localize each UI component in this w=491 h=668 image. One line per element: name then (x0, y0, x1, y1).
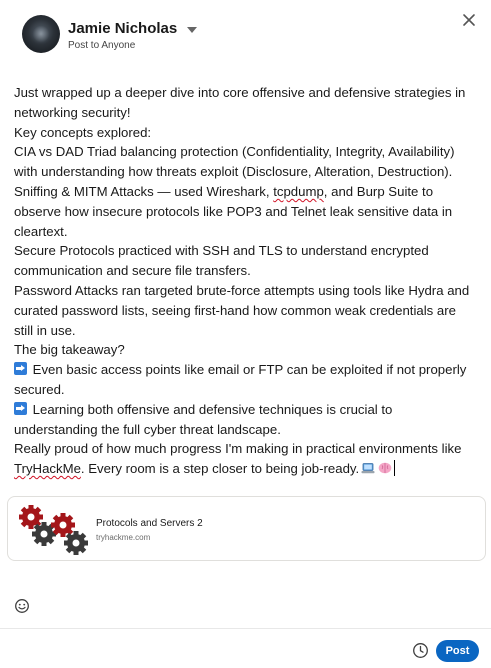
right-arrow-emoji (14, 362, 27, 376)
text-line: Just wrapped up a deeper dive into core … (14, 85, 466, 100)
audience-label[interactable]: Post to Anyone (68, 40, 197, 52)
text-line: Learning both offensive and defensive te… (14, 400, 479, 420)
brain-emoji (378, 462, 392, 474)
text-line: Secure Protocols practiced with SSH and … (14, 243, 429, 259)
text-line: Password Attacks ran targeted brute-forc… (14, 282, 470, 298)
close-icon[interactable] (459, 10, 479, 30)
right-arrow-emoji (14, 401, 27, 415)
text-cursor (394, 460, 396, 477)
text-segment: Learning both offensive and defensive te… (29, 401, 393, 417)
link-domain: tryhackme.com (96, 533, 151, 542)
text-segment: . Every room is a step closer to being j… (80, 461, 360, 477)
author-selector[interactable]: Jamie Nicholas (68, 20, 198, 38)
text-line: Key concepts explored: (14, 124, 152, 140)
smiley-icon[interactable] (14, 598, 30, 614)
text-line: Even basic access points like email or F… (14, 360, 479, 380)
laptop-emoji (361, 463, 375, 474)
text-line: secured. (14, 381, 65, 397)
text-line: TryHackMe. Every room is a step closer t… (14, 459, 479, 479)
text-line: understanding the full cyber threat land… (14, 421, 281, 437)
text-line: Sniffing & MITM Attacks — used Wireshark… (14, 182, 479, 202)
link-preview-card[interactable]: Protocols and Servers 2 tryhackme.com (7, 496, 486, 561)
text-line: cleartext. (14, 223, 68, 239)
avatar[interactable] (22, 15, 60, 53)
post-button[interactable]: Post (436, 640, 479, 662)
spellcheck-word[interactable]: TryHackMe (14, 461, 81, 476)
text-line: communication and secure file transfers. (14, 263, 251, 279)
text-line: CIA vs DAD Triad balancing protection (C… (14, 144, 455, 160)
text-line: Really proud of how much progress I'm ma… (14, 441, 462, 457)
composer-header: Jamie Nicholas Post to Anyone (0, 0, 491, 70)
text-line: networking security! (14, 104, 131, 120)
footer-divider (0, 628, 491, 629)
link-title: Protocols and Servers 2 (96, 518, 203, 529)
gears-thumbnail (19, 505, 88, 555)
text-segment: Even basic access points like email or F… (29, 362, 467, 378)
text-line: The big takeaway? (14, 342, 125, 358)
text-line: curated password lists, seeing first-han… (14, 302, 456, 318)
clock-icon[interactable] (412, 642, 429, 659)
chevron-down-icon (187, 27, 198, 33)
text-line: observe how insecure protocols like POP3… (14, 203, 453, 219)
text-segment: , and Burp Suite to (323, 183, 434, 199)
text-line: with understanding how threats exploit (… (14, 164, 453, 180)
post-text-editor[interactable]: Just wrapped up a deeper dive into core … (14, 83, 479, 479)
author-block[interactable]: Jamie Nicholas Post to Anyone (68, 20, 198, 52)
spellcheck-word[interactable]: tcpdump (273, 184, 324, 199)
text-line: still in use. (14, 322, 76, 338)
author-name: Jamie Nicholas (68, 20, 178, 37)
text-segment: Sniffing & MITM Attacks — used Wireshark… (14, 183, 274, 199)
